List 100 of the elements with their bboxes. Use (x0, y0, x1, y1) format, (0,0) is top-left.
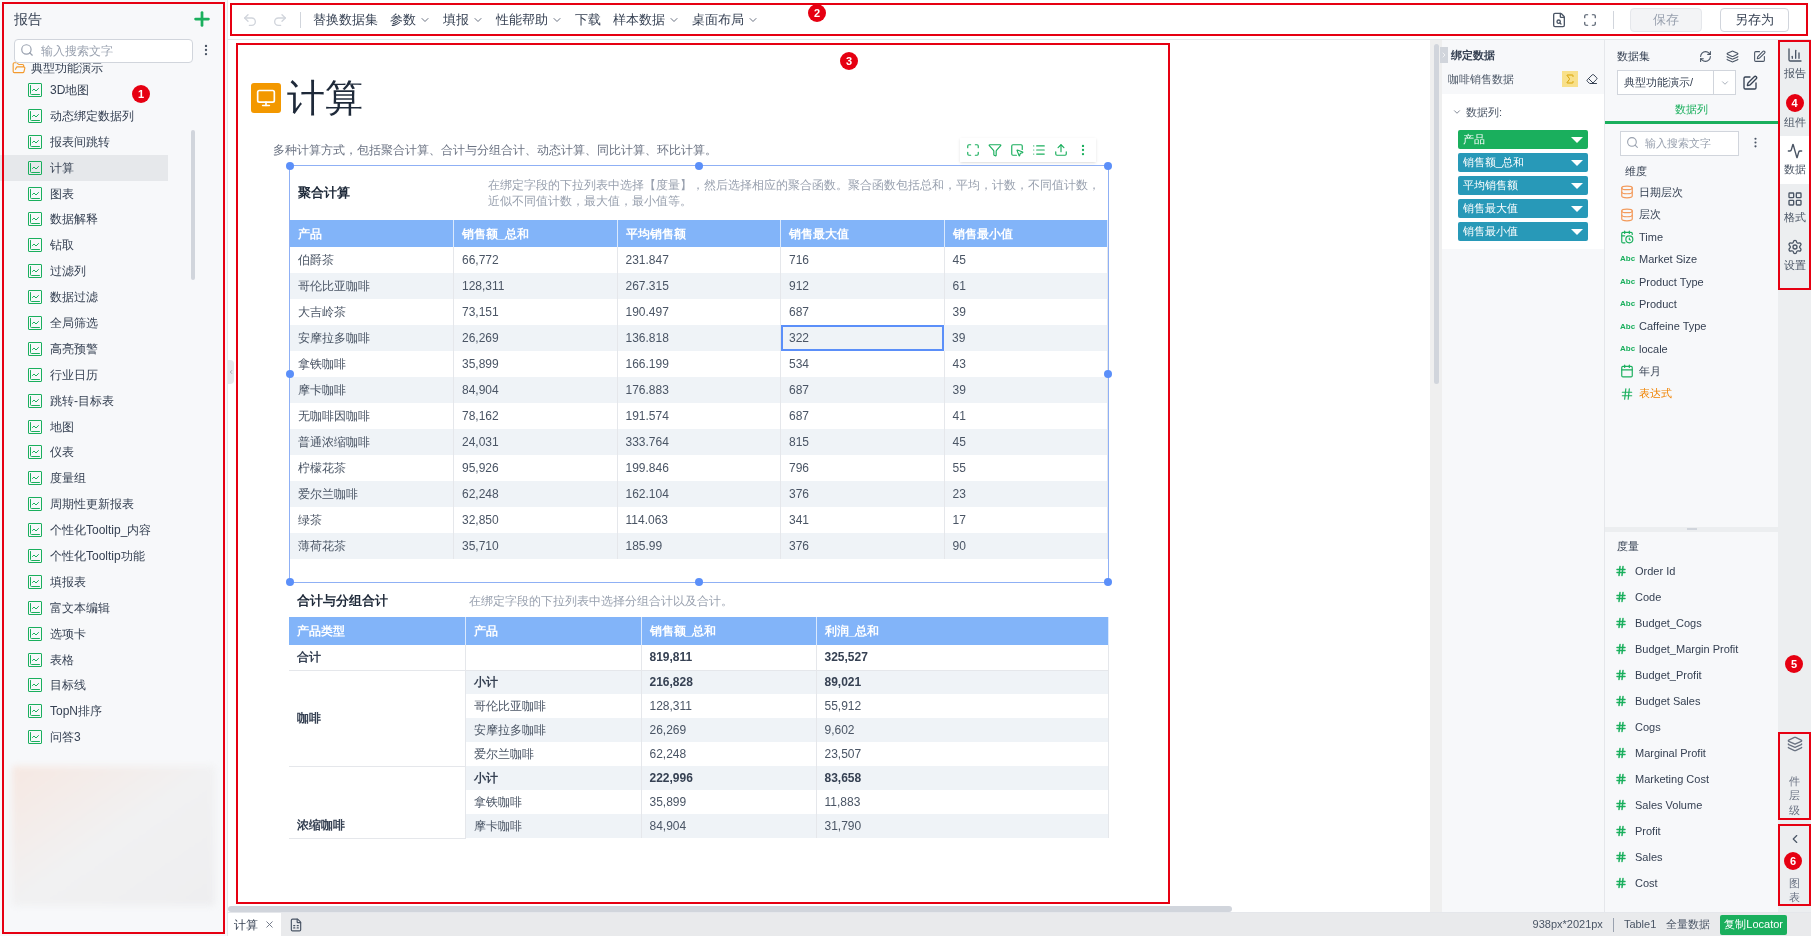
side-tab[interactable]: 4 组件 (1778, 88, 1811, 136)
search-field[interactable]: 输入搜索文字 (1620, 130, 1739, 156)
search-field[interactable]: 输入搜索文字 (14, 39, 193, 63)
collapse-handle[interactable] (228, 360, 234, 384)
tree-item[interactable]: TopN排序 (0, 698, 110, 725)
dataset-select[interactable]: 典型功能演示/ (1617, 70, 1736, 95)
field-item[interactable]: Budget_Cogs (1605, 610, 1778, 636)
tree-item[interactable]: 全局筛选 (0, 310, 106, 336)
tree-item[interactable]: 图表 (0, 180, 82, 207)
resize-handle[interactable] (286, 162, 294, 170)
tree-item[interactable]: 地图 (0, 413, 82, 440)
field-item[interactable]: 年月 (1620, 360, 1763, 383)
menu-button[interactable]: 参数 (390, 9, 431, 30)
side-tab[interactable]: 格式 (1778, 184, 1811, 232)
field-item[interactable]: Abc Market Size (1620, 248, 1763, 271)
layers-icon[interactable] (1726, 49, 1739, 63)
tree-item[interactable]: 钻取 (0, 232, 82, 259)
file-icon[interactable] (289, 917, 303, 932)
tree-item[interactable]: 个性化Tooltip_内容 (0, 517, 160, 544)
tree-item[interactable]: 问答3 (0, 724, 89, 751)
tree-item[interactable]: 目标线 (0, 672, 94, 699)
number-icon (1615, 591, 1627, 603)
tree-item[interactable]: 个性化Tooltip功能 (0, 543, 153, 569)
field-item[interactable]: Marginal Profit (1605, 740, 1778, 766)
menu-button[interactable]: 桌面布局 (692, 9, 759, 30)
tree-item[interactable]: 度量组 (0, 465, 94, 492)
field-item[interactable]: Code (1605, 584, 1778, 610)
resize-handle[interactable] (695, 578, 703, 586)
menu-button[interactable]: 下载 (575, 9, 601, 30)
tree-item[interactable]: 富文本编辑 (0, 594, 118, 621)
table-cell: 爱尔兰咖啡 (465, 742, 641, 766)
edit-icon[interactable] (1742, 74, 1758, 91)
field-item[interactable]: 日期层次 (1620, 181, 1763, 204)
preview-icon[interactable] (1551, 11, 1567, 28)
resize-handle[interactable] (695, 162, 703, 170)
select-icon[interactable] (1010, 143, 1024, 157)
tree-item[interactable]: 动态绑定数据列 (0, 102, 142, 129)
field-item[interactable]: Sales (1605, 844, 1778, 870)
tree-item[interactable]: 高亮预警 (0, 335, 106, 362)
menu-button[interactable]: 替换数据集 (313, 9, 378, 30)
tree-item[interactable]: 行业日历 (0, 361, 106, 388)
field-item[interactable]: Abc locale (1620, 337, 1763, 361)
side-tab[interactable]: 报告 (1778, 40, 1811, 88)
tree-item[interactable]: 填报表 (0, 568, 94, 595)
field-item[interactable]: Budget Sales (1605, 688, 1778, 714)
tree-item[interactable]: 3D地图 (0, 77, 98, 103)
field-item[interactable]: Budget_Margin Profit (1605, 636, 1778, 662)
field-item[interactable]: Cost (1605, 870, 1778, 896)
report-title: 计算 (287, 76, 363, 121)
field-item[interactable]: Profit (1605, 818, 1778, 844)
chart-icon (28, 704, 42, 719)
field-item[interactable]: Abc Product (1620, 292, 1763, 316)
resize-handle[interactable] (286, 578, 294, 586)
close-icon[interactable] (264, 919, 275, 930)
tab-label: 报告 (1783, 65, 1806, 81)
field-item[interactable]: 层次 (1620, 203, 1763, 226)
tree-item[interactable]: 跳转-目标表 (0, 387, 122, 414)
field-item[interactable]: Sales Volume (1605, 792, 1778, 818)
field-item[interactable]: Marketing Cost (1605, 766, 1778, 792)
expand-icon[interactable] (966, 143, 980, 157)
tree-item[interactable]: 周期性更新报表 (0, 491, 142, 518)
tree-item[interactable]: 选项卡 (0, 620, 94, 647)
menu-button[interactable]: 性能帮助 (496, 9, 563, 30)
resize-handle[interactable] (1104, 578, 1112, 586)
field-item[interactable]: Abc Product Type (1620, 270, 1763, 293)
tree-item[interactable]: 表格 (0, 646, 82, 673)
table-cell: 128,311 (641, 694, 816, 718)
refresh-icon[interactable] (1699, 49, 1712, 63)
list-icon[interactable] (1032, 143, 1046, 157)
fullscreen-icon[interactable] (1583, 12, 1597, 27)
tree-item[interactable]: 过滤列 (0, 258, 94, 285)
side-tab[interactable]: 设置 (1778, 232, 1811, 280)
tree-item[interactable]: 典型功能演示 (0, 60, 227, 76)
add-icon[interactable] (191, 8, 213, 30)
field-item[interactable]: Abc Caffeine Type (1620, 315, 1763, 338)
menu-button[interactable]: 填报 (443, 9, 484, 30)
tree-item[interactable]: 数据解释 (0, 206, 106, 233)
resize-handle[interactable] (286, 370, 294, 378)
resize-handle[interactable] (1104, 162, 1112, 170)
expand-toggle-icon[interactable] (1440, 47, 1448, 63)
export-icon[interactable] (1054, 143, 1068, 157)
layers-tab[interactable]: 件层级 (1778, 732, 1811, 820)
eraser-icon[interactable] (1586, 73, 1598, 85)
field-item[interactable]: Budget_Profit (1605, 662, 1778, 688)
section-header[interactable]: 数据列: (1442, 94, 1604, 130)
save-as-button[interactable]: 另存为 (1720, 7, 1789, 32)
field-item[interactable]: Time (1620, 225, 1763, 249)
table-title: 聚合计算 (298, 184, 351, 203)
tree-item[interactable]: 计算 (0, 154, 168, 181)
field-item[interactable]: Cogs (1605, 714, 1778, 740)
field-item[interactable]: Order Id (1605, 558, 1778, 584)
document-tab[interactable]: 计算 (228, 913, 281, 936)
filter-icon[interactable] (988, 143, 1002, 157)
tree-item[interactable]: 数据过滤 (0, 284, 106, 310)
resize-handle[interactable] (1104, 370, 1112, 378)
chart-icon (28, 212, 42, 227)
tree-item[interactable]: 仪表 (0, 439, 82, 466)
menu-button[interactable]: 样本数据 (613, 9, 680, 30)
table-cell: 哥伦比亚咖啡 (465, 694, 641, 718)
tree-item[interactable]: 报表间跳转 (0, 128, 118, 155)
